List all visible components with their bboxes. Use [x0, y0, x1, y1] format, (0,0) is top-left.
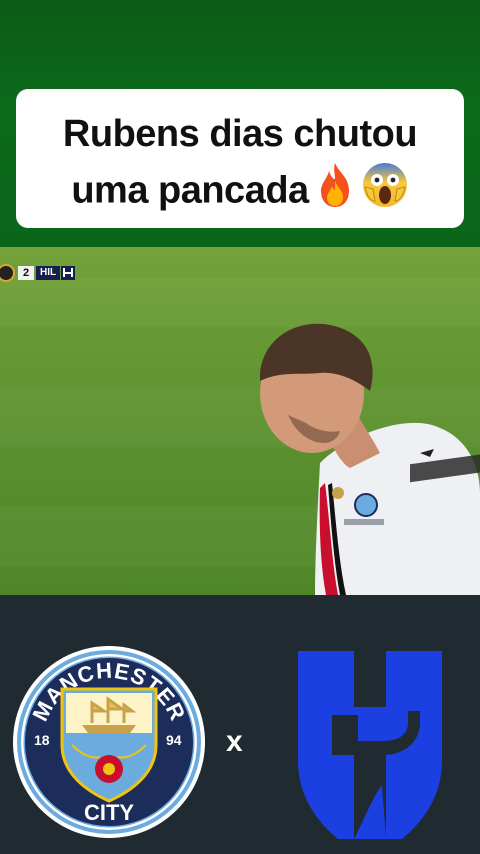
- city-crest-text-bottom: CITY: [84, 800, 134, 825]
- screaming-face-emoji-icon: [361, 161, 409, 224]
- city-crest-year-right: 94: [166, 732, 182, 748]
- player-image: [260, 323, 480, 595]
- caption-box: Rubens dias chutou uma pancada: [16, 89, 464, 228]
- al-hilal-crest-icon: [298, 651, 442, 839]
- scoreboard-overlay: 2 HIL: [0, 264, 76, 282]
- scoreboard-away-crest-icon: [61, 266, 76, 280]
- scoreboard-score: 2: [18, 266, 34, 280]
- caption-line-2-text: uma pancada: [71, 169, 309, 212]
- caption-line-2: uma pancada: [26, 161, 454, 224]
- matchup-panel: MANCHESTER CITY 18 94 x: [0, 595, 480, 854]
- top-banner: Rubens dias chutou uma pancada: [0, 0, 480, 247]
- scoreboard-home-crest-icon: [0, 264, 15, 282]
- scoreboard-team-abbrev: HIL: [36, 266, 61, 280]
- city-crest-year-left: 18: [34, 732, 50, 748]
- manchester-city-crest-icon: MANCHESTER CITY 18 94: [13, 646, 205, 838]
- matchup-separator: x: [226, 725, 243, 758]
- video-frame[interactable]: 2 HIL: [0, 247, 480, 595]
- caption-line-1: Rubens dias chutou: [62, 113, 418, 155]
- fire-emoji-icon: [313, 161, 357, 224]
